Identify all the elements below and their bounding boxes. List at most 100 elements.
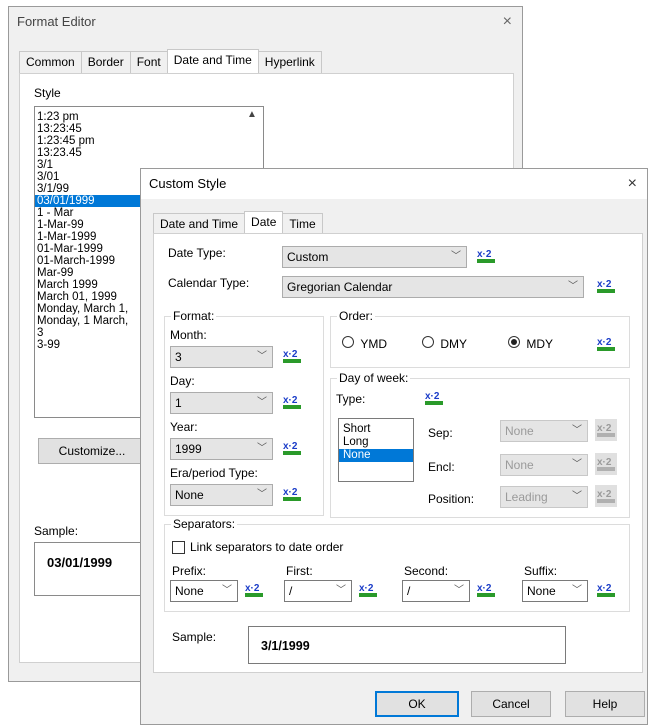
month-select[interactable]: 3 ﹀ <box>170 346 273 368</box>
list-item-selected[interactable]: None <box>339 449 413 462</box>
tab-border[interactable]: Border <box>80 51 131 75</box>
chevron-down-icon: ﹀ <box>451 251 461 262</box>
customize-button[interactable]: Customize... <box>38 438 146 464</box>
order-mdy-radio[interactable]: MDY <box>508 336 553 351</box>
sample-box: 03/01/1999 <box>34 542 154 596</box>
tab-date[interactable]: Date <box>244 211 284 235</box>
day-value: 1 <box>175 396 182 410</box>
sep-value: None <box>505 424 534 438</box>
link-separators-checkbox[interactable] <box>172 541 185 554</box>
expression-button-icon[interactable]: x·2 <box>280 482 302 504</box>
expression-button-icon[interactable]: x·2 <box>280 344 302 366</box>
separators-label: Separators: <box>171 517 238 531</box>
chevron-down-icon: ﹀ <box>572 491 582 502</box>
day-label: Day: <box>170 374 195 388</box>
sample-value: 03/01/1999 <box>47 555 113 570</box>
expression-button-icon[interactable]: x·2 <box>356 578 378 600</box>
list-item[interactable]: 1:23 pm <box>35 111 263 123</box>
scroll-up-icon[interactable]: ▲ <box>247 109 257 120</box>
order-ymd-radio[interactable]: YMD <box>342 336 387 351</box>
second-label: Second: <box>404 564 449 578</box>
sample-box: 3/1/1999 <box>248 626 566 664</box>
svg-text:x·2: x·2 <box>283 349 298 360</box>
day-of-week-label: Day of week: <box>337 371 411 385</box>
month-value: 3 <box>175 350 182 364</box>
custom-style-dialog: Custom Style × Date and Time Date Time D… <box>140 168 648 725</box>
expression-button-icon[interactable]: x·2 <box>594 332 616 354</box>
expression-button-icon[interactable]: x·2 <box>594 578 616 600</box>
second-select[interactable]: / ﹀ <box>402 580 470 602</box>
radio-selected-icon[interactable] <box>508 336 520 348</box>
chevron-down-icon: ﹀ <box>568 281 578 292</box>
tab-common[interactable]: Common <box>19 51 82 75</box>
ok-button[interactable]: OK <box>375 691 459 717</box>
close-icon[interactable]: × <box>503 7 512 37</box>
encl-select[interactable]: None ﹀ <box>500 454 588 476</box>
sep-label: Sep: <box>428 426 453 440</box>
sep-select[interactable]: None ﹀ <box>500 420 588 442</box>
position-select[interactable]: Leading ﹀ <box>500 486 588 508</box>
list-item[interactable]: Long <box>339 436 413 449</box>
tab-hyperlink[interactable]: Hyperlink <box>257 51 322 75</box>
date-type-select[interactable]: Custom ﹀ <box>282 246 467 268</box>
suffix-label: Suffix: <box>524 564 558 578</box>
list-item[interactable]: 13:23:45 <box>35 123 263 135</box>
expression-button-disabled-icon[interactable]: x·2 <box>594 452 617 475</box>
list-item[interactable]: 1:23:45 pm <box>35 135 263 147</box>
tab-date-and-time[interactable]: Date and Time <box>166 49 259 73</box>
chevron-down-icon: ﹀ <box>454 585 464 596</box>
expression-button-icon[interactable]: x·2 <box>474 578 496 600</box>
svg-text:x·2: x·2 <box>597 423 612 434</box>
list-item[interactable]: 13:23.45 <box>35 147 263 159</box>
era-type-select[interactable]: None ﹀ <box>170 484 273 506</box>
first-label: First: <box>286 564 313 578</box>
expression-button-icon[interactable]: x·2 <box>594 274 616 296</box>
tab-font[interactable]: Font <box>129 51 168 75</box>
expression-button-icon[interactable]: x·2 <box>422 386 444 408</box>
year-value: 1999 <box>175 442 202 456</box>
svg-text:x·2: x·2 <box>597 279 612 290</box>
help-button[interactable]: Help <box>565 691 645 717</box>
prefix-value: None <box>175 584 204 598</box>
radio-icon[interactable] <box>422 336 434 348</box>
suffix-select[interactable]: None ﹀ <box>522 580 588 602</box>
date-type-label: Date Type: <box>168 246 226 260</box>
encl-label: Encl: <box>428 460 455 474</box>
format-label: Format: <box>171 309 217 323</box>
expression-button-icon[interactable]: x·2 <box>474 244 496 266</box>
position-value: Leading <box>505 490 548 504</box>
custom-style-titlebar: Custom Style × <box>141 169 647 199</box>
expression-button-disabled-icon[interactable]: x·2 <box>594 418 617 441</box>
day-select[interactable]: 1 ﹀ <box>170 392 273 414</box>
calendar-type-label: Calendar Type: <box>168 276 250 290</box>
chevron-down-icon: ﹀ <box>257 443 267 454</box>
expression-button-icon[interactable]: x·2 <box>280 390 302 412</box>
order-mdy-label: MDY <box>526 337 554 351</box>
order-label: Order: <box>337 309 376 323</box>
order-dmy-radio[interactable]: DMY <box>422 336 467 351</box>
encl-value: None <box>505 458 534 472</box>
expression-button-icon[interactable]: x·2 <box>242 578 264 600</box>
calendar-type-select[interactable]: Gregorian Calendar ﹀ <box>282 276 584 298</box>
list-item[interactable]: Short <box>339 423 413 436</box>
year-label: Year: <box>170 420 198 434</box>
cancel-button[interactable]: Cancel <box>471 691 551 717</box>
custom-style-title: Custom Style <box>149 176 227 191</box>
format-editor-titlebar: Format Editor × <box>9 7 522 37</box>
prefix-select[interactable]: None ﹀ <box>170 580 238 602</box>
expression-button-disabled-icon[interactable]: x·2 <box>594 484 617 507</box>
chevron-down-icon: ﹀ <box>257 397 267 408</box>
year-select[interactable]: 1999 ﹀ <box>170 438 273 460</box>
dow-type-listbox[interactable]: Short Long None <box>338 418 414 482</box>
date-tab-panel: Date Type: Custom ﹀ x·2 Calendar Type: G… <box>153 233 643 673</box>
radio-icon[interactable] <box>342 336 354 348</box>
chevron-down-icon: ﹀ <box>572 585 582 596</box>
expression-button-icon[interactable]: x·2 <box>280 436 302 458</box>
sample-label: Sample: <box>34 524 79 538</box>
close-icon[interactable]: × <box>628 169 637 199</box>
second-value: / <box>407 584 411 598</box>
svg-text:x·2: x·2 <box>477 583 492 594</box>
chevron-down-icon: ﹀ <box>572 459 582 470</box>
svg-text:x·2: x·2 <box>283 441 298 452</box>
first-select[interactable]: / ﹀ <box>284 580 352 602</box>
